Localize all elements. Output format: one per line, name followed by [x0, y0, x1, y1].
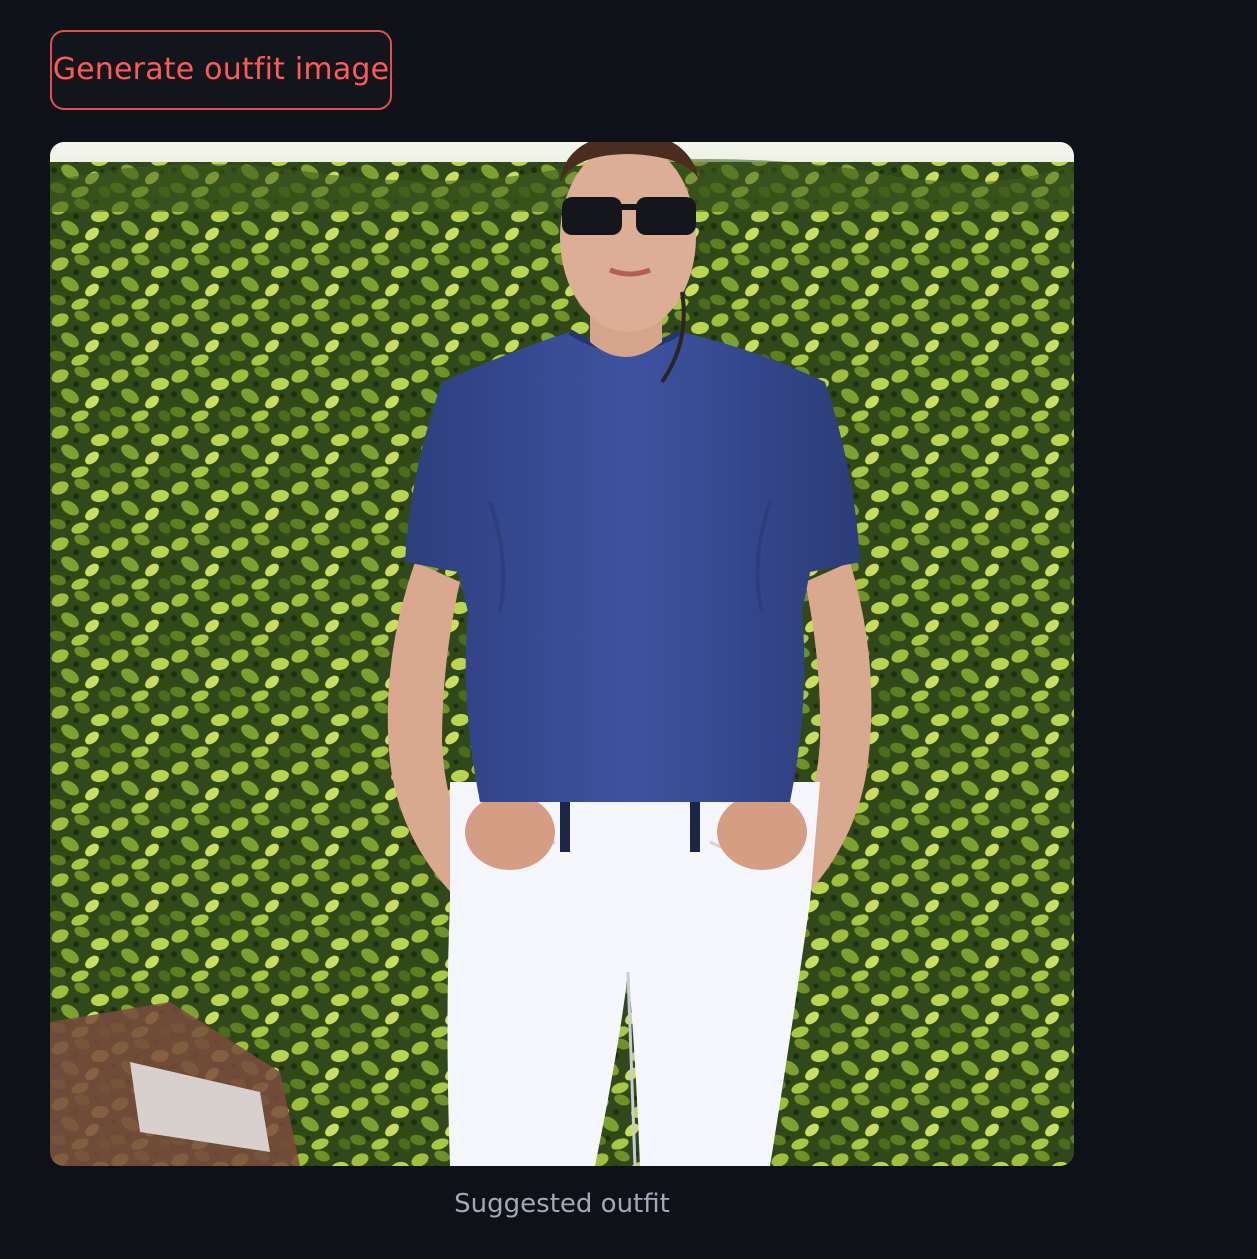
outfit-image: [50, 142, 1074, 1166]
generate-outfit-image-button[interactable]: Generate outfit image: [50, 30, 392, 110]
image-caption: Suggested outfit: [454, 1189, 670, 1219]
app-root: Generate outfit image Suggested outfit: [0, 0, 1257, 1259]
outfit-illustration: [50, 142, 1074, 1166]
